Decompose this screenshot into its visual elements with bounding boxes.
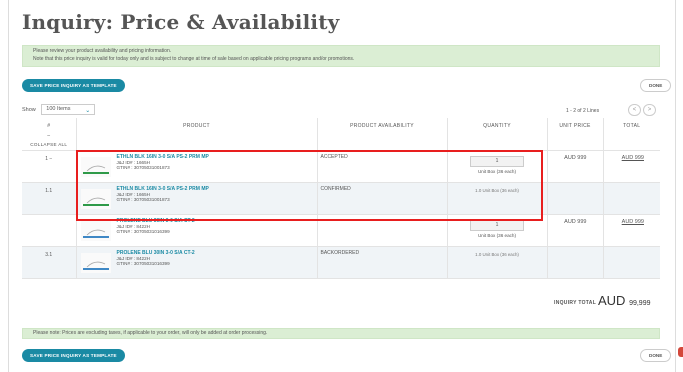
line-total: AUD 999 (603, 213, 660, 246)
quantity-input[interactable]: 1 (470, 155, 524, 167)
product-cell: PROLENE BLU 30IN 3-0 S/A CT-2 J&J ID# : … (76, 213, 318, 246)
quantity-input[interactable]: 1 (470, 219, 524, 231)
header-unit-price: UNIT PRICE (547, 118, 604, 150)
header-availability: PRODUCT AVAILABILITY (317, 118, 448, 150)
row-line-number (22, 213, 77, 246)
line-total-empty (603, 181, 660, 214)
notice-line-2: Note that this price inquiry is valid fo… (33, 55, 355, 62)
table-header-row: # – COLLAPSE ALL PRODUCT PRODUCT AVAILAB… (22, 118, 660, 150)
pager-summary: 1 - 2 of 2 Lines (566, 108, 600, 114)
table-row: PROLENE BLU 30IN 3-0 S/A CT-2 J&J ID# : … (22, 213, 660, 246)
next-page-button[interactable]: > (643, 104, 656, 116)
header-total: TOTAL (623, 123, 641, 129)
prev-page-button[interactable]: < (628, 104, 641, 116)
row-line-number: 1.1 (22, 181, 77, 214)
header-line-number: # – COLLAPSE ALL (22, 118, 77, 150)
suture-product-image (80, 252, 111, 273)
suture-product-image (80, 220, 111, 241)
quantity-cell: 1 Unit Box (36 each) (447, 213, 548, 246)
show-items-control: Show 100 Items ⌄ (22, 104, 96, 115)
save-template-button-top[interactable]: SAVE PRICE INQUIRY AS TEMPLATE (22, 79, 125, 92)
done-button-top[interactable]: DONE (640, 79, 672, 92)
table-row: 1.1 ETHLN BLK 16IN 3-0 S/A PS-2 PRM MP J… (22, 181, 660, 214)
page-title: Inquiry: Price & Availability (22, 10, 340, 34)
product-gtin: GTIN# : 30705031016399 (116, 229, 170, 235)
row-line-number: 3.1 (22, 245, 77, 278)
inquiry-total-amount: 99,999 (629, 300, 651, 307)
notice-line-1: Please review your product availability … (33, 48, 172, 54)
suture-product-image (80, 156, 111, 177)
product-gtin: GTIN# : 30705031016399 (116, 261, 170, 267)
unit-price: AUD 999 (547, 149, 604, 182)
product-gtin: GTIN# : 30705031001873 (116, 165, 170, 171)
chevron-down-icon: ⌄ (85, 108, 91, 114)
table-footer-spacer (22, 277, 660, 279)
line-total: AUD 999 (603, 149, 660, 182)
line-total-empty (603, 245, 660, 278)
quantity-unit: Unit Box (36 each) (477, 232, 517, 238)
quantity-cell: 1 Unit Box (36 each) (447, 149, 548, 182)
save-template-button-bottom[interactable]: SAVE PRICE INQUIRY AS TEMPLATE (22, 349, 125, 362)
done-button-bottom[interactable]: DONE (640, 349, 672, 362)
items-per-page-select[interactable]: 100 Items ⌄ (41, 104, 96, 115)
inquiry-total-label: INQUIRY TOTAL (554, 300, 597, 306)
inquiry-table: # – COLLAPSE ALL PRODUCT PRODUCT AVAILAB… (22, 118, 660, 279)
unit-price-empty (547, 245, 604, 278)
unit-price-empty (547, 181, 604, 214)
inquiry-total-currency: AUD (598, 293, 626, 308)
feedback-tab[interactable] (678, 347, 683, 357)
header-dash: – (47, 133, 51, 139)
pager: < > (628, 104, 656, 116)
availability-status (317, 213, 448, 246)
row-line-number[interactable]: 1 − (22, 149, 77, 182)
tax-note: Please note: Prices are excluding taxes,… (22, 328, 660, 339)
inquiry-total-value: AUD 99,999 (598, 293, 651, 308)
product-gtin: GTIN# : 30705031001873 (116, 197, 170, 203)
product-cell: ETHLN BLK 16IN 3-0 S/A PS-2 PRM MP J&J I… (76, 181, 318, 214)
quantity-unit: Unit Box (36 each) (477, 168, 517, 174)
availability-status: BACKORDERED (317, 245, 448, 278)
items-per-page-value: 100 Items (46, 106, 71, 112)
info-notice: Please review your product availability … (22, 45, 660, 67)
product-cell: PROLENE BLU 30IN 3-0 S/A CT-2 J&J ID# : … (76, 245, 318, 278)
collapse-all-link[interactable]: COLLAPSE ALL (22, 142, 76, 147)
unit-price: AUD 999 (547, 213, 604, 246)
table-row: 1 − ETHLN BLK 16IN 3-0 S/A PS-2 PRM MP J… (22, 149, 660, 182)
quantity-text: 1.0 Unit Box (36 each) (447, 245, 548, 278)
show-label: Show (22, 106, 36, 113)
table-row: 3.1 PROLENE BLU 30IN 3-0 S/A CT-2 J&J ID… (22, 245, 660, 278)
header-quantity: QUANTITY (447, 118, 548, 150)
header-product: PRODUCT (76, 118, 318, 150)
availability-status: ACCEPTED (317, 149, 448, 182)
product-cell: ETHLN BLK 16IN 3-0 S/A PS-2 PRM MP J&J I… (76, 149, 318, 182)
quantity-text: 1.0 Unit Box (36 each) (447, 181, 548, 214)
availability-status: CONFIRMED (317, 181, 448, 214)
suture-product-image (80, 188, 111, 209)
